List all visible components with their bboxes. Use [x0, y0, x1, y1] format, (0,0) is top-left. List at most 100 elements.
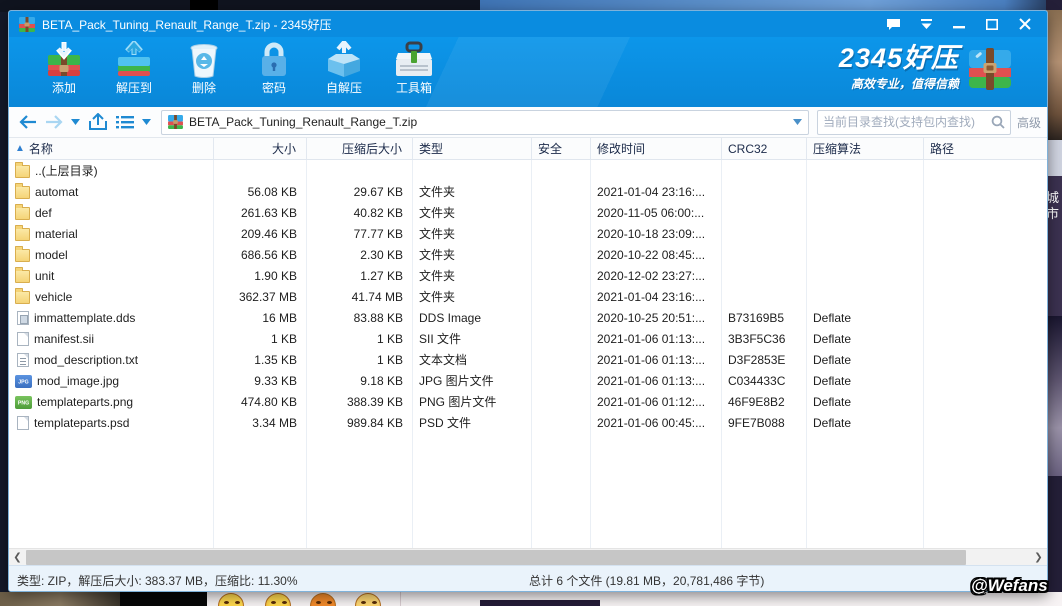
file-security — [532, 391, 591, 412]
file-method — [807, 286, 924, 307]
file-method: Deflate — [807, 370, 924, 391]
app-archive-icon — [19, 17, 35, 32]
file-size: 1.90 KB — [214, 265, 307, 286]
table-row[interactable]: manifest.sii1 KB1 KBSII 文件2021-01-06 01:… — [9, 328, 1047, 349]
toolbox-icon — [394, 41, 434, 79]
file-packed-size: 989.84 KB — [307, 412, 413, 433]
file-security — [532, 202, 591, 223]
generic-file-icon — [17, 416, 29, 430]
file-method: Deflate — [807, 391, 924, 412]
table-row[interactable]: templateparts.png474.80 KB388.39 KBPNG 图… — [9, 391, 1047, 412]
file-security — [532, 328, 591, 349]
search-box[interactable] — [817, 110, 1011, 135]
desktop-strip — [480, 600, 600, 606]
file-method: Deflate — [807, 349, 924, 370]
search-input[interactable] — [823, 115, 991, 129]
toolbar-button-delete[interactable]: 删除 — [169, 41, 239, 95]
file-name: manifest.sii — [34, 332, 94, 346]
file-crc32: 46F9E8B2 — [722, 391, 807, 412]
table-row[interactable]: automat56.08 KB29.67 KB文件夹2021-01-04 23:… — [9, 181, 1047, 202]
archive-info-text: 类型: ZIP，解压后大小: 383.37 MB，压缩比: 11.30% — [17, 572, 298, 589]
file-method — [807, 244, 924, 265]
toolbar-button-add[interactable]: 添加 — [29, 41, 99, 95]
file-size: 362.37 MB — [214, 286, 307, 307]
column-header-size[interactable]: 大小 — [214, 138, 307, 159]
file-security — [532, 265, 591, 286]
file-security — [532, 181, 591, 202]
scroll-left-icon[interactable]: ❮ — [9, 549, 26, 566]
table-row[interactable]: templateparts.psd3.34 MB989.84 KBPSD 文件2… — [9, 412, 1047, 433]
file-size: 16 MB — [214, 307, 307, 328]
file-name: automat — [35, 185, 78, 199]
table-row[interactable]: material209.46 KB77.77 KB文件夹2020-10-18 2… — [9, 223, 1047, 244]
file-path — [924, 307, 1047, 328]
feedback-bubble-icon[interactable] — [881, 15, 905, 33]
file-type: 文本文档 — [413, 349, 532, 370]
file-method — [807, 181, 924, 202]
emoji-icon — [265, 593, 291, 606]
haozip-window: BETA_Pack_Tuning_Renault_Range_T.zip - 2… — [8, 10, 1048, 592]
maximize-button[interactable] — [980, 15, 1004, 33]
toolbar-button-extract[interactable]: 解压到 — [99, 41, 169, 95]
file-path — [924, 286, 1047, 307]
desktop-text-fragment: 城市 — [1046, 176, 1062, 316]
minimize-button[interactable] — [947, 15, 971, 33]
table-row[interactable]: ..(上层目录) — [9, 160, 1047, 181]
close-button[interactable] — [1013, 15, 1037, 33]
desktop-bottom-strip — [0, 592, 1062, 606]
file-packed-size: 29.67 KB — [307, 181, 413, 202]
file-crc32: C034433C — [722, 370, 807, 391]
column-header-crc32[interactable]: CRC32 — [722, 138, 807, 159]
haozip-logo-icon — [967, 46, 1013, 90]
file-type — [413, 160, 532, 181]
table-row[interactable]: unit1.90 KB1.27 KB文件夹2020-12-02 23:27:..… — [9, 265, 1047, 286]
file-name: mod_description.txt — [34, 353, 138, 367]
skin-menu-icon[interactable] — [914, 15, 938, 33]
jpg-image-icon — [15, 375, 32, 388]
file-security — [532, 370, 591, 391]
file-packed-size: 77.77 KB — [307, 223, 413, 244]
file-method: Deflate — [807, 412, 924, 433]
column-header-security[interactable]: 安全 — [532, 138, 591, 159]
scroll-right-icon[interactable]: ❯ — [1030, 549, 1047, 566]
table-row[interactable]: mod_image.jpg9.33 KB9.18 KBJPG 图片文件2021-… — [9, 370, 1047, 391]
address-bar[interactable]: BETA_Pack_Tuning_Renault_Range_T.zip — [161, 110, 809, 135]
toolbar-button-sfx[interactable]: 自解压 — [309, 41, 379, 95]
file-size — [214, 160, 307, 181]
column-header-packed[interactable]: 压缩后大小 — [307, 138, 413, 159]
column-header-modified[interactable]: 修改时间 — [591, 138, 722, 159]
add-to-archive-icon — [44, 41, 84, 79]
file-type: 文件夹 — [413, 244, 532, 265]
history-dropdown-icon[interactable] — [67, 110, 84, 134]
png-image-icon — [15, 396, 32, 409]
scrollbar-thumb[interactable] — [26, 550, 966, 565]
column-header-path[interactable]: 路径 — [924, 138, 1047, 159]
address-dropdown-icon[interactable] — [793, 119, 802, 125]
file-security — [532, 286, 591, 307]
horizontal-scrollbar[interactable]: ❮ ❯ — [9, 548, 1047, 565]
up-level-icon[interactable] — [84, 110, 112, 134]
toolbar-button-toolbox[interactable]: 工具箱 — [379, 41, 449, 95]
table-row[interactable]: mod_description.txt1.35 KB1 KB文本文档2021-0… — [9, 349, 1047, 370]
file-name: unit — [35, 269, 54, 283]
toolbar-label: 自解压 — [326, 81, 362, 95]
titlebar[interactable]: BETA_Pack_Tuning_Renault_Range_T.zip - 2… — [9, 11, 1047, 37]
file-type: 文件夹 — [413, 181, 532, 202]
advanced-search-button[interactable]: 高级 — [1017, 114, 1041, 131]
column-header-name[interactable]: ▲ 名称 — [9, 138, 214, 159]
table-row[interactable]: def261.63 KB40.82 KB文件夹2020-11-05 06:00:… — [9, 202, 1047, 223]
file-modified: 2021-01-06 00:45:... — [591, 412, 722, 433]
view-dropdown-icon[interactable] — [138, 110, 155, 134]
table-row[interactable]: model686.56 KB2.30 KB文件夹2020-10-22 08:45… — [9, 244, 1047, 265]
table-row[interactable]: immattemplate.dds16 MB83.88 KBDDS Image2… — [9, 307, 1047, 328]
column-header-method[interactable]: 压缩算法 — [807, 138, 924, 159]
file-type: JPG 图片文件 — [413, 370, 532, 391]
view-list-icon[interactable] — [112, 110, 138, 134]
search-icon[interactable] — [991, 115, 1005, 129]
toolbar-button-password[interactable]: 密码 — [239, 41, 309, 95]
column-header-type[interactable]: 类型 — [413, 138, 532, 159]
forward-icon[interactable] — [41, 110, 67, 134]
brand-logo: 2345好压 高效专业，值得信赖 — [839, 43, 1013, 92]
back-icon[interactable] — [15, 110, 41, 134]
table-row[interactable]: vehicle362.37 MB41.74 MB文件夹2021-01-04 23… — [9, 286, 1047, 307]
